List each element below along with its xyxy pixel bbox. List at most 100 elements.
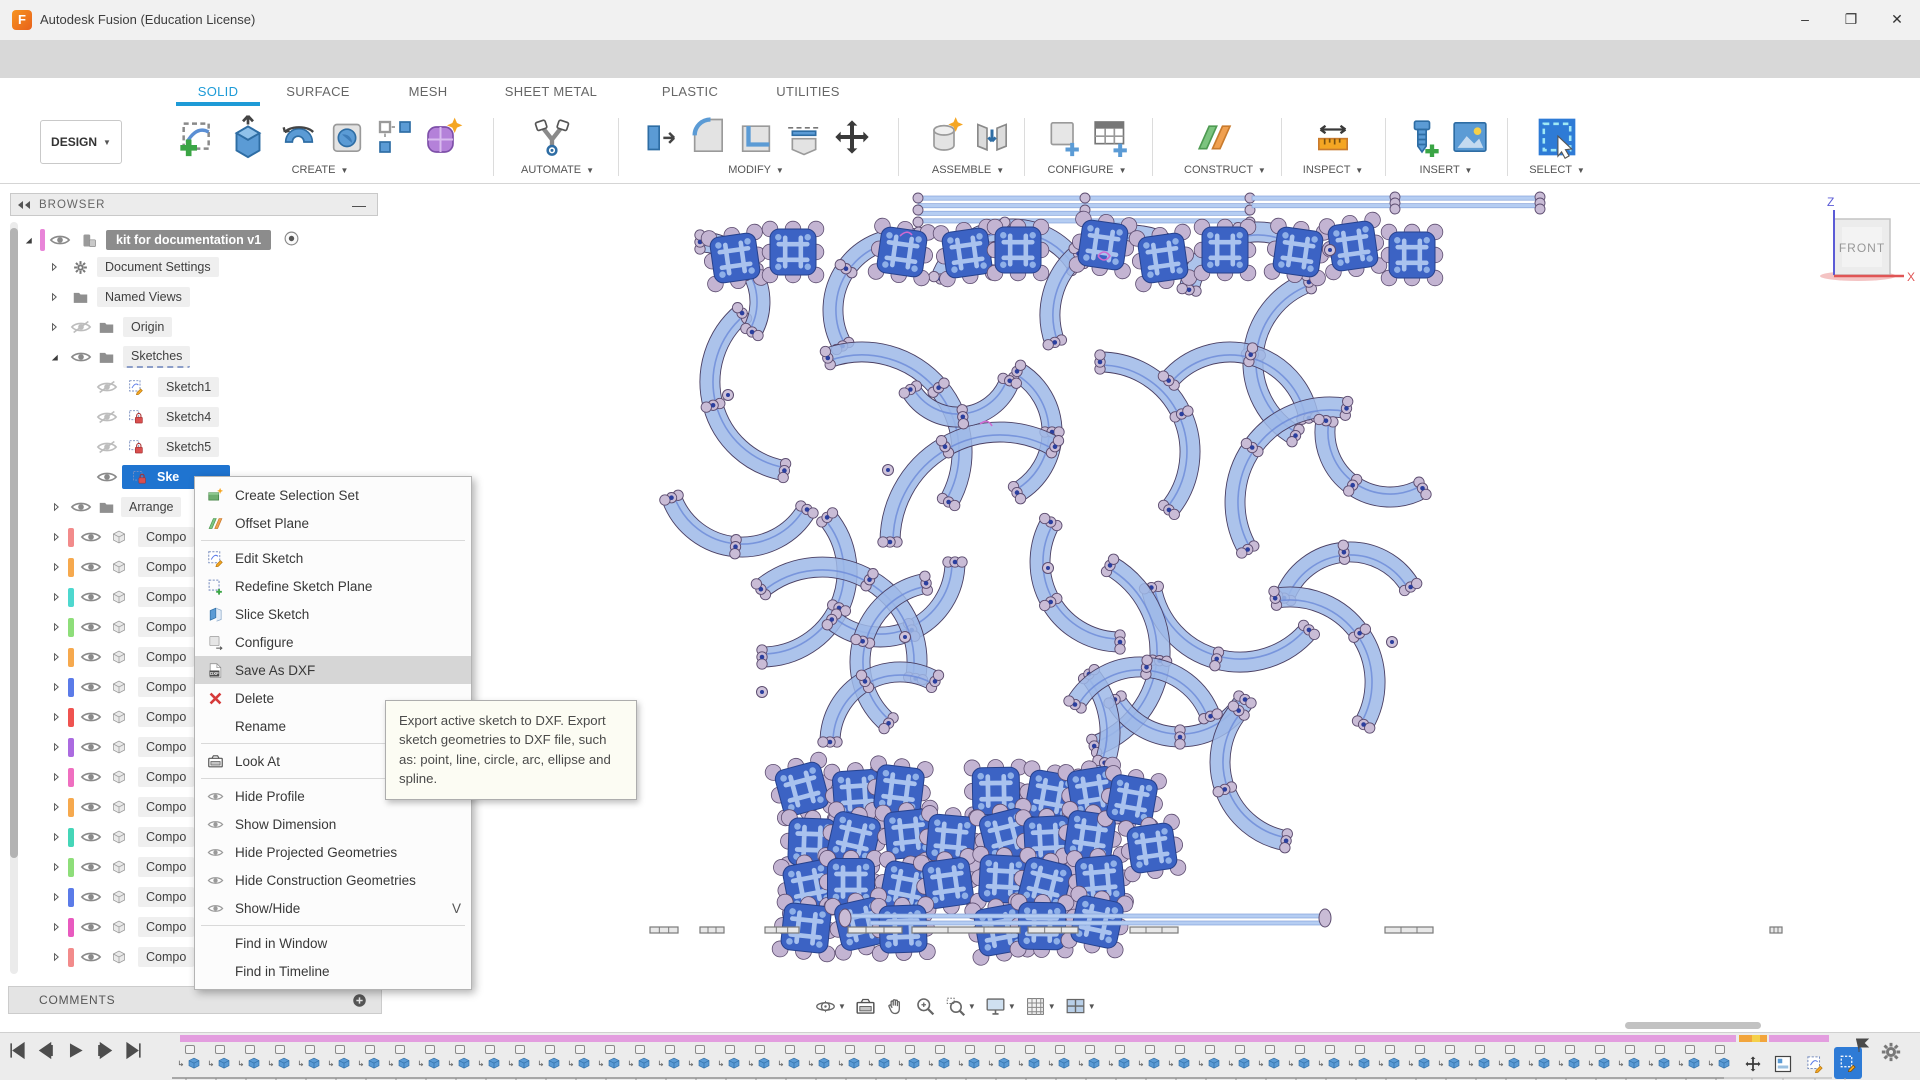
timeline-suppress-box[interactable] (1355, 1045, 1365, 1054)
menu-item-edit-sketch[interactable]: Edit Sketch (195, 544, 471, 572)
timeline-feature-39[interactable] (1318, 1045, 1342, 1070)
timeline-feature-16[interactable] (628, 1045, 652, 1070)
zoom-plus-tool[interactable] (915, 996, 936, 1017)
timeline-suppress-box[interactable] (845, 1045, 855, 1054)
timeline-suppress-box[interactable] (395, 1045, 405, 1054)
select-button[interactable] (1535, 115, 1579, 159)
insert-image-button[interactable] (1450, 117, 1490, 157)
timeline-suppress-box[interactable] (1115, 1045, 1125, 1054)
menu-item-find-in-window[interactable]: Find in Window (195, 929, 471, 957)
timeline-feature-15[interactable] (598, 1045, 622, 1070)
timeline-settings-gear-icon[interactable] (1880, 1041, 1902, 1068)
timeline-feature-40[interactable] (1348, 1045, 1372, 1070)
timeline-suppress-box[interactable] (1025, 1045, 1035, 1054)
hole-button[interactable] (327, 117, 367, 157)
timeline-feature-41[interactable] (1378, 1045, 1402, 1070)
timeline-suppress-box[interactable] (485, 1045, 495, 1054)
timeline-feature-37[interactable] (1258, 1045, 1282, 1070)
ribbon-group-label[interactable]: CONSTRUCT ▼ (1184, 164, 1246, 176)
menu-item-configure[interactable]: Configure (195, 628, 471, 656)
timeline-suppress-box[interactable] (815, 1045, 825, 1054)
timeline-feature-26[interactable] (928, 1045, 952, 1070)
timeline-feature-30[interactable] (1048, 1045, 1072, 1070)
ribbon-group-label[interactable]: SELECT ▼ (1526, 164, 1588, 176)
timeline-feature-7[interactable] (358, 1045, 382, 1070)
timeline-feature-52[interactable] (1708, 1045, 1732, 1070)
timeline-feature-1[interactable] (178, 1045, 202, 1070)
timeline-feature-3[interactable] (238, 1045, 262, 1070)
timeline-suppress-box[interactable] (875, 1045, 885, 1054)
timeline-suppress-box[interactable] (515, 1045, 525, 1054)
timeline-feature-2[interactable] (208, 1045, 232, 1070)
look-at-tool[interactable] (855, 996, 876, 1017)
timeline-feature-13[interactable] (538, 1045, 562, 1070)
timeline-feature-42[interactable] (1408, 1045, 1432, 1070)
ribbon-tab-solid[interactable]: SOLID (198, 84, 239, 99)
configuration-button[interactable] (1043, 117, 1083, 157)
timeline-suppress-box[interactable] (1535, 1045, 1545, 1054)
timeline-feature-43[interactable] (1438, 1045, 1462, 1070)
ribbon-tab-sheet-metal[interactable]: SHEET METAL (505, 84, 597, 99)
skip-to-end-button[interactable] (124, 1041, 143, 1060)
timeline-suppress-box[interactable] (1505, 1045, 1515, 1054)
timeline-suppress-box[interactable] (455, 1045, 465, 1054)
timeline-feature-22[interactable] (808, 1045, 832, 1070)
timeline-suppress-box[interactable] (725, 1045, 735, 1054)
timeline-feature-51[interactable] (1678, 1045, 1702, 1070)
timeline-feature-45[interactable] (1498, 1045, 1522, 1070)
timeline-suppress-box[interactable] (1655, 1045, 1665, 1054)
menu-item-offset-plane[interactable]: Offset Plane (195, 509, 471, 537)
timeline-suppress-box[interactable] (425, 1045, 435, 1054)
timeline-suppress-box[interactable] (665, 1045, 675, 1054)
move-copy-button[interactable] (832, 117, 872, 157)
timeline-feature-28[interactable] (988, 1045, 1012, 1070)
shell-button[interactable] (736, 117, 776, 157)
timeline-suppress-box[interactable] (1415, 1045, 1425, 1054)
timeline-suppress-box[interactable] (995, 1045, 1005, 1054)
timeline-suppress-box[interactable] (1565, 1045, 1575, 1054)
timeline-feature-29[interactable] (1018, 1045, 1042, 1070)
orbit-tool[interactable]: ▼ (815, 996, 846, 1017)
split-body-button[interactable] (784, 117, 824, 157)
step-forward-button[interactable] (95, 1041, 114, 1060)
timeline-feature-8[interactable] (388, 1045, 412, 1070)
timeline-suppress-box[interactable] (545, 1045, 555, 1054)
timeline-suppress-box[interactable] (1625, 1045, 1635, 1054)
display-settings-tool[interactable]: ▼ (985, 996, 1016, 1017)
configuration-table-button[interactable] (1091, 117, 1131, 157)
menu-item-slice-sketch[interactable]: Slice Sketch (195, 600, 471, 628)
menu-item-create-selection-set[interactable]: Create Selection Set (195, 481, 471, 509)
comments-bar[interactable]: COMMENTS (8, 986, 382, 1014)
close-button[interactable]: ✕ (1874, 0, 1920, 38)
insert-fastener-button[interactable] (1402, 117, 1442, 157)
timeline-feature-35[interactable] (1198, 1045, 1222, 1070)
timeline-feature-44[interactable] (1468, 1045, 1492, 1070)
timeline-feature-18[interactable] (688, 1045, 712, 1070)
ribbon-group-label[interactable]: CREATE ▼ (159, 164, 481, 176)
timeline-feature-31[interactable] (1078, 1045, 1102, 1070)
minimize-button[interactable]: – (1782, 0, 1828, 38)
menu-item-redefine-sketch-plane[interactable]: Redefine Sketch Plane (195, 572, 471, 600)
timeline-feature-14[interactable] (568, 1045, 592, 1070)
timeline-feature-46[interactable] (1528, 1045, 1552, 1070)
timeline-feature-4[interactable] (268, 1045, 292, 1070)
ribbon-group-label[interactable]: INSPECT ▼ (1302, 164, 1364, 176)
press-pull-button[interactable] (640, 117, 680, 157)
timeline-feature-12[interactable] (508, 1045, 532, 1070)
ribbon-group-label[interactable]: CONFIGURE ▼ (1030, 164, 1144, 176)
menu-item-show-hide[interactable]: Show/HideV (195, 894, 471, 922)
timeline-suppress-box[interactable] (1385, 1045, 1395, 1054)
timeline-suppress-box[interactable] (275, 1045, 285, 1054)
timeline-feature-23[interactable] (838, 1045, 862, 1070)
timeline-suppress-box[interactable] (305, 1045, 315, 1054)
menu-item-find-in-timeline[interactable]: Find in Timeline (195, 957, 471, 985)
menu-item-hide-projected-geometries[interactable]: Hide Projected Geometries (195, 838, 471, 866)
ribbon-tab-plastic[interactable]: PLASTIC (662, 84, 718, 99)
timeline-suppress-box[interactable] (1715, 1045, 1725, 1054)
viewports-tool[interactable]: ▼ (1065, 996, 1096, 1017)
ribbon-tab-mesh[interactable]: MESH (409, 84, 448, 99)
timeline-feature-38[interactable] (1288, 1045, 1312, 1070)
extrude-button[interactable] (225, 114, 271, 160)
construction-plane-button[interactable] (1195, 117, 1235, 157)
timeline-suppress-box[interactable] (185, 1045, 195, 1054)
